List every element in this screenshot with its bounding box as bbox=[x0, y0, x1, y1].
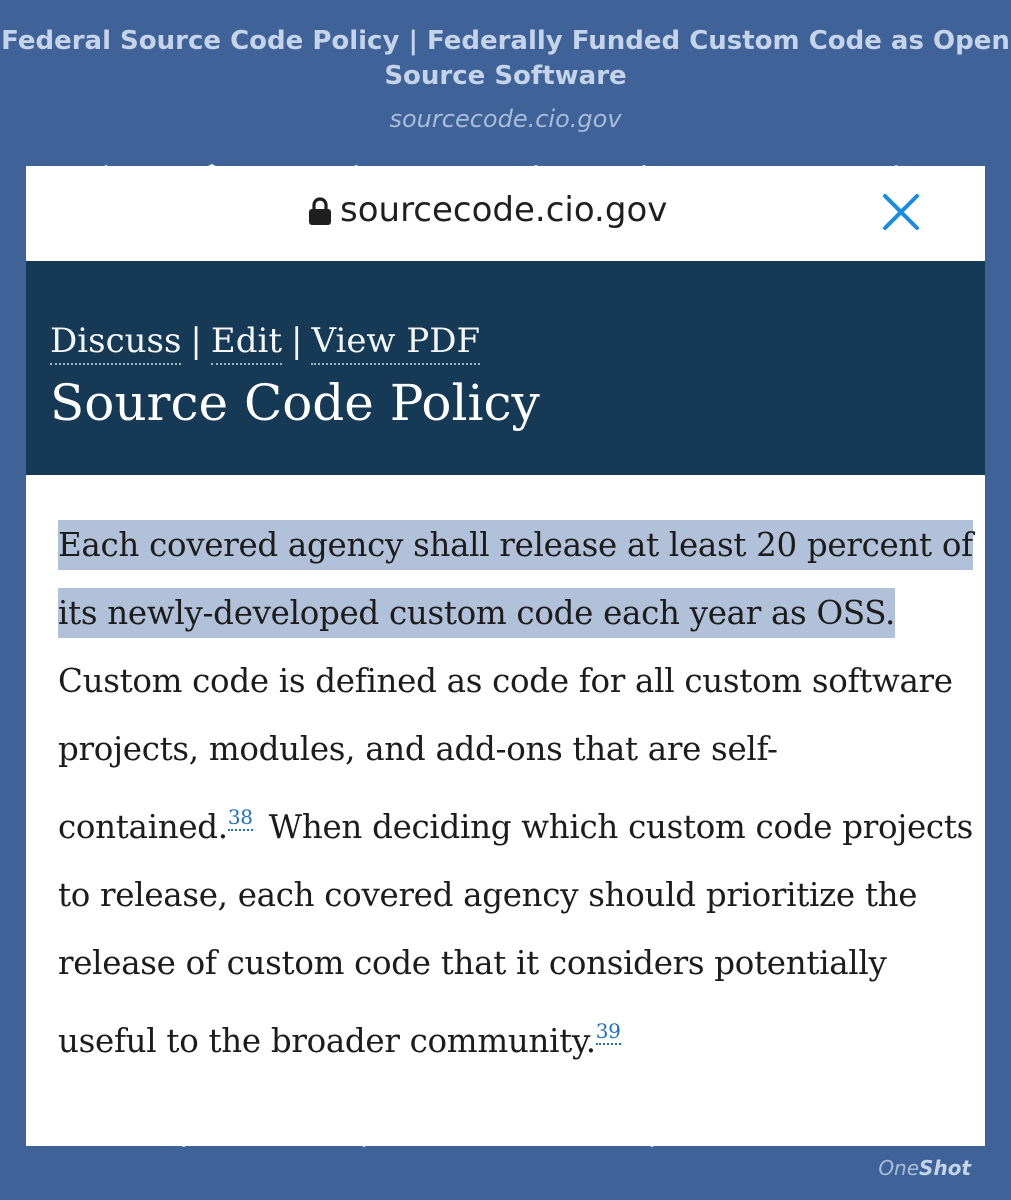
watermark-suffix: Shot bbox=[919, 1156, 971, 1180]
torn-edge-top bbox=[26, 164, 985, 184]
policy-paragraph: Each covered agency shall release at lea… bbox=[58, 511, 978, 1075]
discuss-link[interactable]: Discuss bbox=[50, 321, 182, 365]
view-pdf-link[interactable]: View PDF bbox=[311, 321, 481, 365]
share-subtitle-url: sourcecode.cio.gov bbox=[389, 105, 622, 133]
edit-link[interactable]: Edit bbox=[210, 321, 283, 365]
share-title: Federal Source Code Policy | Federally F… bbox=[1, 26, 1010, 91]
footnote-link-39[interactable]: 39 bbox=[595, 1019, 621, 1045]
page-nav-links: Discuss | Edit | View PDF bbox=[50, 319, 481, 365]
highlighted-text: Each covered agency shall release at lea… bbox=[58, 520, 973, 638]
footnote-link-38[interactable]: 38 bbox=[227, 805, 253, 831]
screenshot-card: sourcecode.cio.gov Discuss | Edit | View PDF… bbox=[26, 166, 985, 1146]
close-icon[interactable] bbox=[881, 192, 921, 236]
nav-separator: | bbox=[291, 321, 303, 361]
oneshot-watermark: OneShot bbox=[878, 1156, 971, 1180]
page-title: Source Code Policy bbox=[50, 374, 540, 432]
page-header-banner: Discuss | Edit | View PDF Source Code Policy bbox=[26, 261, 985, 475]
nav-separator: | bbox=[190, 321, 202, 361]
watermark-prefix: One bbox=[878, 1156, 920, 1180]
torn-edge-bottom bbox=[26, 1128, 985, 1147]
lock-icon bbox=[308, 196, 332, 230]
address-url[interactable]: sourcecode.cio.gov bbox=[340, 188, 667, 232]
